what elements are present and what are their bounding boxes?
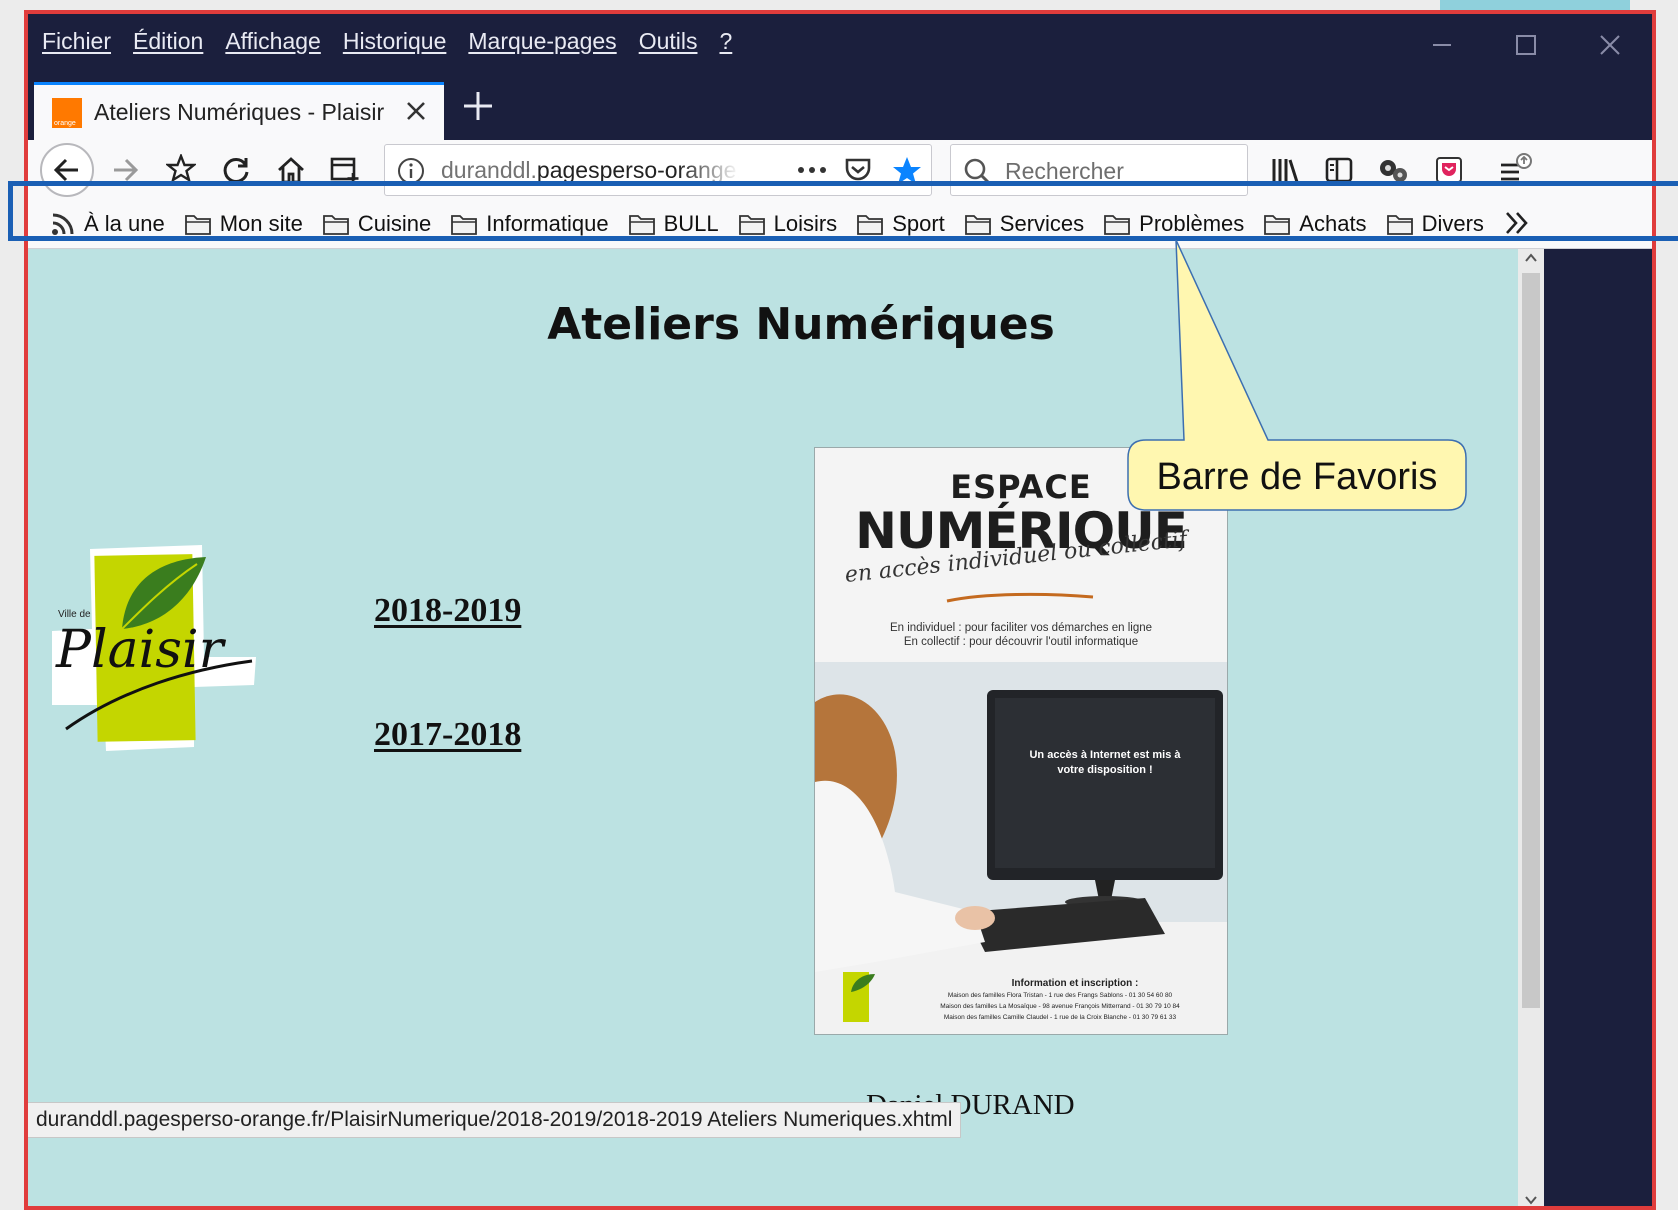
rss-icon [52,213,74,235]
folder-icon [1104,215,1131,235]
folder-icon [1386,215,1413,235]
menu-historique[interactable]: Historique [343,28,447,55]
background-window-edge [1440,0,1630,10]
screenshot-button[interactable] [320,146,370,194]
folder-icon [628,215,655,235]
plaisir-logo: Ville de Plaisir [52,545,256,751]
poster-screen-text: Un accès à Internet est mis à votre disp… [1029,749,1181,776]
bookmark-folder-problemes[interactable]: Problèmes [1103,211,1244,237]
extension-button[interactable] [1368,146,1418,194]
minimize-icon [1433,44,1451,46]
folder-icon [322,215,349,235]
poster-plaisir-mini-logo [843,972,875,1022]
menu-marque-pages[interactable]: Marque-pages [468,28,616,55]
bookmark-folder-loisirs[interactable]: Loisirs [738,211,837,237]
tab-title: Ateliers Numériques - Plaisir [94,99,385,125]
pocket-list-icon [1436,157,1462,183]
poster-line-collectif: En collectif : pour découvrir l'outil in… [903,636,1139,648]
folder-icon [451,215,478,235]
screenshot-icon [330,157,359,184]
menu-affichage[interactable]: Affichage [225,28,320,55]
close-window-button[interactable] [1568,14,1652,76]
chevron-double-right-icon[interactable] [1502,208,1532,238]
bookmark-folder-mon-site[interactable]: Mon site [184,211,303,237]
svg-text:Ville de: Ville de [58,609,91,620]
new-tab-plus-icon[interactable] [460,88,496,124]
poster-info-title: Information et inscription : [1011,978,1139,989]
maximize-icon [1516,35,1536,55]
open-menu-button[interactable] [1490,146,1540,194]
tab-active[interactable]: orange Ateliers Numériques - Plaisir [34,82,444,140]
search-bar[interactable] [950,144,1248,196]
forward-button[interactable] [100,146,150,194]
link-2018-2019[interactable]: 2018-2019 [374,592,521,630]
tab-close-icon[interactable] [402,97,430,125]
sidebar-button[interactable] [1314,146,1364,194]
url-bar[interactable]: duranddl.pagesperso-orange.fr/PlaisirNum… [384,144,932,196]
bookmark-a-la-une[interactable]: À la une [50,211,165,237]
arrow-left-icon [53,158,78,182]
scrollbar-thumb[interactable] [1522,273,1540,1008]
pocket-icon[interactable] [843,155,873,185]
browser-window: Fichier Édition Affichage Historique Mar… [24,10,1656,1210]
menu-outils[interactable]: Outils [639,28,698,55]
bookmark-folder-bull[interactable]: BULL [628,211,719,237]
poster-underline [946,592,1094,603]
folder-icon [184,215,211,235]
menu-aide[interactable]: ? [719,28,732,55]
url-text[interactable]: duranddl.pagesperso-orange.fr/PlaisirNum… [441,157,739,184]
folder-icon [857,215,884,235]
tab-strip: orange Ateliers Numériques - Plaisir [28,76,1652,140]
menu-bar: Fichier Édition Affichage Historique Mar… [28,14,1652,76]
home-button[interactable] [266,146,316,194]
status-bar-link-preview: duranddl.pagesperso-orange.fr/PlaisirNum… [28,1102,962,1138]
back-button[interactable] [40,143,94,197]
hamburger-menu-icon [1501,153,1532,181]
folder-icon [738,215,765,235]
maximize-button[interactable] [1484,14,1568,76]
bookmark-star-button[interactable] [156,146,206,194]
info-icon[interactable] [397,157,425,185]
folder-icon [1264,215,1291,235]
folder-icon [964,215,991,235]
arrow-right-icon [114,158,139,182]
home-icon [278,157,304,184]
menu-fichier[interactable]: Fichier [42,28,111,55]
reload-button[interactable] [211,146,261,194]
bookmark-folder-services[interactable]: Services [964,211,1084,237]
bookmark-folder-informatique[interactable]: Informatique [450,211,609,237]
library-icon [1272,159,1299,183]
close-icon [1600,35,1620,55]
page-actions-more-icon[interactable] [795,155,829,185]
bookmark-folder-achats[interactable]: Achats [1263,211,1367,237]
menu-edition[interactable]: Édition [133,28,203,55]
library-button[interactable] [1260,146,1310,194]
pocket-list-button[interactable] [1424,146,1474,194]
navigation-toolbar: duranddl.pagesperso-orange.fr/PlaisirNum… [28,140,1652,200]
poster-info-line: Maison des familles La Mosaïque - 98 ave… [940,1003,1180,1010]
link-2017-2018[interactable]: 2017-2018 [374,716,521,754]
search-input[interactable] [1003,153,1237,189]
sidebar-icon [1325,157,1353,183]
reload-icon [223,157,249,183]
minimize-button[interactable] [1400,14,1484,76]
search-icon [964,158,993,187]
poster-info-line: Maison des familles Flora Tristan - 1 ru… [947,992,1173,999]
star-bookmark-icon [166,154,196,186]
bookmark-folder-divers[interactable]: Divers [1386,211,1484,237]
poster-info-line: Maison des familles Camille Claudel - 1 … [943,1014,1177,1021]
scroll-up-arrow-icon[interactable] [1524,251,1538,265]
espace-numerique-poster: ESPACE NUMÉRIQUE en accès individuel ou … [814,447,1228,1035]
bookmark-folder-cuisine[interactable]: Cuisine [322,211,431,237]
bookmark-folder-sport[interactable]: Sport [856,211,945,237]
orange-favicon-icon: orange [52,97,82,128]
callout-label: Barre de Favoris [1156,456,1438,498]
poster-line-individuel: En individuel : pour faciliter vos démar… [889,622,1153,634]
vertical-scrollbar[interactable] [1518,249,1544,1207]
scroll-down-arrow-icon[interactable] [1524,1193,1538,1207]
extension-gears-icon [1380,160,1407,182]
star-filled-icon[interactable] [891,155,923,187]
